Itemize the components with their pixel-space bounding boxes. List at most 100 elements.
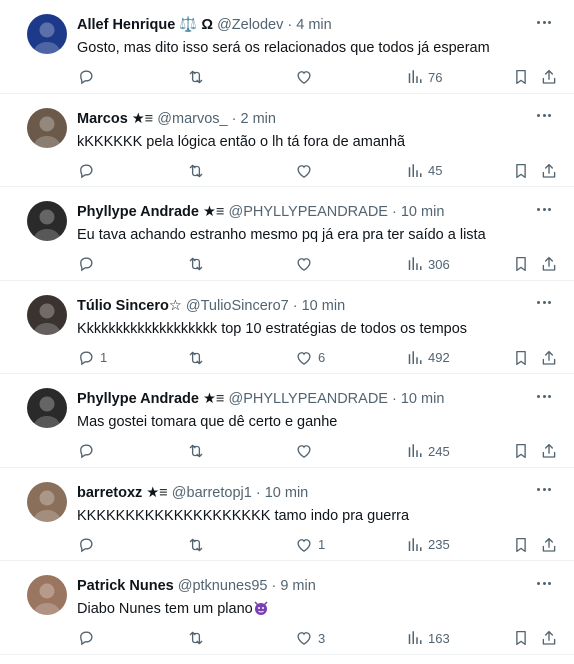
share-button[interactable] [540,534,558,556]
views-button[interactable]: 45 [405,160,442,182]
share-button[interactable] [540,160,558,182]
share-icon [540,68,558,86]
more-options-icon[interactable] [532,573,556,593]
views-button[interactable]: 492 [405,347,450,369]
author-handle[interactable]: @barretopj1 [172,485,252,501]
share-button[interactable] [540,440,558,462]
author-name[interactable]: Phyllype Andrade ★≡ [77,204,224,220]
timestamp[interactable]: 10 min [265,485,309,501]
avatar[interactable] [27,388,67,428]
more-options-icon[interactable] [532,480,556,500]
views-button[interactable]: 76 [405,66,442,88]
reply-header: Allef Henrique ⚖️ Ω @Zelodev · 4 min [77,16,524,34]
separator-dot: · [251,484,265,501]
author-name[interactable]: Allef Henrique ⚖️ Ω [77,17,213,33]
author-name[interactable]: Patrick Nunes [77,578,174,594]
timestamp[interactable]: 10 min [401,391,445,407]
share-button[interactable] [540,66,558,88]
reply-button[interactable] [77,440,100,462]
repost-icon [187,162,205,180]
share-button[interactable] [540,627,558,649]
avatar[interactable] [27,481,67,522]
reply-item[interactable]: Túlio Sincero☆ @TulioSincero7 · 10 min Kk… [0,281,574,374]
heart-icon [295,255,313,273]
author-name[interactable]: Phyllype Andrade ★≡ [77,391,224,407]
views-button[interactable]: 235 [405,534,450,556]
author-handle[interactable]: @Zelodev [217,17,283,33]
reply-button[interactable] [77,66,100,88]
views: 492 [428,350,450,365]
share-button[interactable] [540,253,558,275]
bookmark-button[interactable] [512,440,530,462]
separator-dot: · [227,110,241,127]
timestamp[interactable]: 10 min [302,298,346,314]
reply-item[interactable]: Phyllype Andrade ★≡ @PHYLLYPEANDRADE · 1… [0,374,574,468]
like-button[interactable]: 3 [295,627,325,649]
author-handle[interactable]: @ptknunes95 [178,578,268,594]
like-button[interactable] [295,253,318,275]
action-bar: 45 [0,160,574,182]
separator-dot: · [267,578,281,594]
share-icon [540,536,558,554]
author-handle[interactable]: @PHYLLYPEANDRADE [228,204,388,220]
views-button[interactable]: 245 [405,440,450,462]
timestamp[interactable]: 10 min [401,204,445,220]
reply-button[interactable] [77,160,100,182]
views: 235 [428,537,450,552]
repost-button[interactable] [187,440,210,462]
repost-button[interactable] [187,347,210,369]
reply-button[interactable] [77,627,100,649]
reply-button[interactable] [77,534,100,556]
heart-icon [295,68,313,86]
reply-button[interactable]: 1 [77,347,107,369]
bookmark-button[interactable] [512,347,530,369]
like-button[interactable]: 1 [295,534,325,556]
reply-item[interactable]: Patrick Nunes @ptknunes95 · 9 min Diabo N… [0,561,574,655]
repost-icon [187,536,205,554]
like-button[interactable] [295,160,318,182]
avatar[interactable] [27,294,67,335]
author-name[interactable]: Túlio Sincero☆ [77,298,182,314]
more-options-icon[interactable] [532,293,556,313]
reply-header: Túlio Sincero☆ @TulioSincero7 · 10 min [77,297,524,315]
reply-button[interactable] [77,253,100,275]
bookmark-button[interactable] [512,627,530,649]
more-options-icon[interactable] [532,106,556,126]
repost-button[interactable] [187,534,210,556]
more-options-icon[interactable] [532,199,556,219]
share-button[interactable] [540,347,558,369]
reply-item[interactable]: Allef Henrique ⚖️ Ω @Zelodev · 4 min Gost… [0,0,574,94]
author-handle[interactable]: @marvos_ [157,111,227,127]
like-button[interactable] [295,440,318,462]
bookmark-button[interactable] [512,66,530,88]
repost-button[interactable] [187,66,210,88]
more-options-icon[interactable] [532,12,556,32]
views-button[interactable]: 163 [405,627,450,649]
reply-item[interactable]: Marcos ★≡ @marvos_ · 2 min kKKKKKK pela l… [0,94,574,187]
repost-button[interactable] [187,160,210,182]
reply-item[interactable]: barretoxz ★≡ @barretopj1 · 10 min KKKKKKK… [0,468,574,561]
author-handle[interactable]: @PHYLLYPEANDRADE [228,391,388,407]
timestamp[interactable]: 9 min [280,578,315,594]
avatar[interactable] [27,107,67,148]
reply-item[interactable]: Phyllype Andrade ★≡ @PHYLLYPEANDRADE · 1… [0,187,574,281]
bookmark-button[interactable] [512,534,530,556]
repost-icon [187,255,205,273]
avatar[interactable] [27,201,67,241]
like-button[interactable]: 6 [295,347,325,369]
timestamp[interactable]: 2 min [241,111,276,127]
views-button[interactable]: 306 [405,253,450,275]
timestamp[interactable]: 4 min [296,17,331,33]
avatar[interactable] [27,575,67,615]
bookmark-button[interactable] [512,160,530,182]
avatar[interactable] [27,14,67,54]
author-handle[interactable]: @TulioSincero7 [186,298,289,314]
views-icon [405,349,423,367]
repost-button[interactable] [187,253,210,275]
repost-button[interactable] [187,627,210,649]
author-name[interactable]: barretoxz ★≡ [77,485,168,501]
bookmark-button[interactable] [512,253,530,275]
like-button[interactable] [295,66,318,88]
author-name[interactable]: Marcos ★≡ [77,111,153,127]
more-options-icon[interactable] [532,386,556,406]
